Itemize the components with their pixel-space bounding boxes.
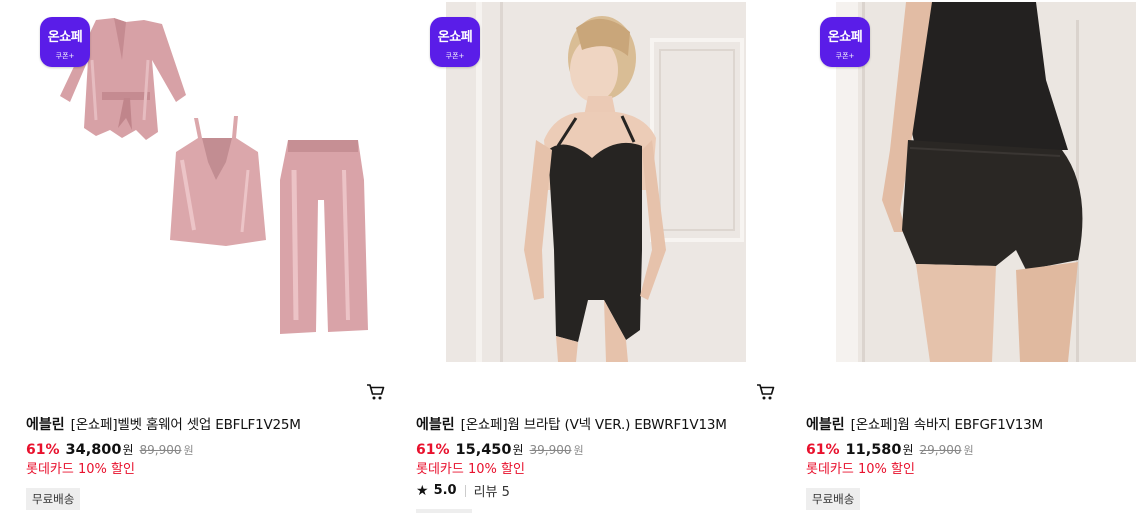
rating-score: 5.0 <box>433 483 457 498</box>
product-image[interactable]: 온쇼페 쿠폰+ <box>806 0 1141 362</box>
currency-unit: 원 <box>512 443 524 457</box>
card-discount-note: 롯데카드 10% 할인 <box>806 462 915 477</box>
product-name: [온쇼페]웜 브라탑 (V넥 VER.) EBWRF1V13M <box>460 417 727 433</box>
cart-icon[interactable] <box>366 383 386 401</box>
cart-icon[interactable] <box>756 383 776 401</box>
sale-price: 15,450 <box>455 442 512 458</box>
divider <box>464 484 466 497</box>
original-price: 39,900 <box>529 443 572 457</box>
original-price: 29,900 <box>919 443 962 457</box>
product-title[interactable]: 에블린 [온쇼페]웜 속바지 EBFGF1V13M <box>806 415 1043 435</box>
original-currency-unit: 원 <box>573 444 584 457</box>
original-currency-unit: 원 <box>963 444 974 457</box>
rating-row[interactable]: ★ 5.0 리뷰 5 <box>416 481 510 501</box>
free-shipping-tag: 무료배송 <box>806 488 861 510</box>
product-title[interactable]: 에블린 [온쇼페]벨벳 홈웨어 셋업 EBFLF1V25M <box>26 415 301 435</box>
product-name: [온쇼페]벨벳 홈웨어 셋업 EBFLF1V25M <box>70 417 301 433</box>
discount-rate: 61% <box>416 442 450 458</box>
sale-price: 34,800 <box>65 442 122 458</box>
onshope-coupon-badge: 온쇼페 쿠폰+ <box>820 17 870 67</box>
currency-unit: 원 <box>902 443 914 457</box>
discount-rate: 61% <box>806 442 840 458</box>
product-card[interactable]: 온쇼페 쿠폰+ 에블린 [온쇼페]벨벳 홈웨어 셋업 EBFLF1V25M 61%… <box>26 0 386 513</box>
card-discount-note: 롯데카드 10% 할인 <box>416 462 525 477</box>
brand-name: 에블린 <box>806 417 845 433</box>
currency-unit: 원 <box>122 443 134 457</box>
product-name: [온쇼페]웜 속바지 EBFGF1V13M <box>850 417 1043 433</box>
brand-name: 에블린 <box>416 417 455 433</box>
product-card[interactable]: 온쇼페 쿠폰+ 에블린 [온쇼페]웜 브라탑 (V넥 VER.) EBWRF1V1… <box>416 0 776 513</box>
free-shipping-tag: 무료배송 <box>26 488 81 510</box>
card-discount-note: 롯데카드 10% 할인 <box>26 462 135 477</box>
onshope-coupon-badge: 온쇼페 쿠폰+ <box>430 17 480 67</box>
original-price: 89,900 <box>139 443 182 457</box>
brand-name: 에블린 <box>26 417 65 433</box>
review-count: 리뷰 5 <box>473 485 510 500</box>
product-image[interactable]: 온쇼페 쿠폰+ <box>26 0 386 362</box>
price-row: 61% 11,580원 29,900 원 <box>806 439 974 458</box>
product-title[interactable]: 에블린 [온쇼페]웜 브라탑 (V넥 VER.) EBWRF1V13M <box>416 415 727 435</box>
product-image[interactable]: 온쇼페 쿠폰+ <box>416 0 776 362</box>
tag-clipped <box>416 509 472 513</box>
sale-price: 11,580 <box>845 442 902 458</box>
original-currency-unit: 원 <box>183 444 194 457</box>
price-row: 61% 15,450원 39,900 원 <box>416 439 584 458</box>
product-card[interactable]: 온쇼페 쿠폰+ 에블린 [온쇼페]웜 속바지 EBFGF1V13M 61% 11,5… <box>806 0 1141 513</box>
onshope-coupon-badge: 온쇼페 쿠폰+ <box>40 17 90 67</box>
price-row: 61% 34,800원 89,900 원 <box>26 439 194 458</box>
star-icon: ★ <box>416 482 429 499</box>
discount-rate: 61% <box>26 442 60 458</box>
